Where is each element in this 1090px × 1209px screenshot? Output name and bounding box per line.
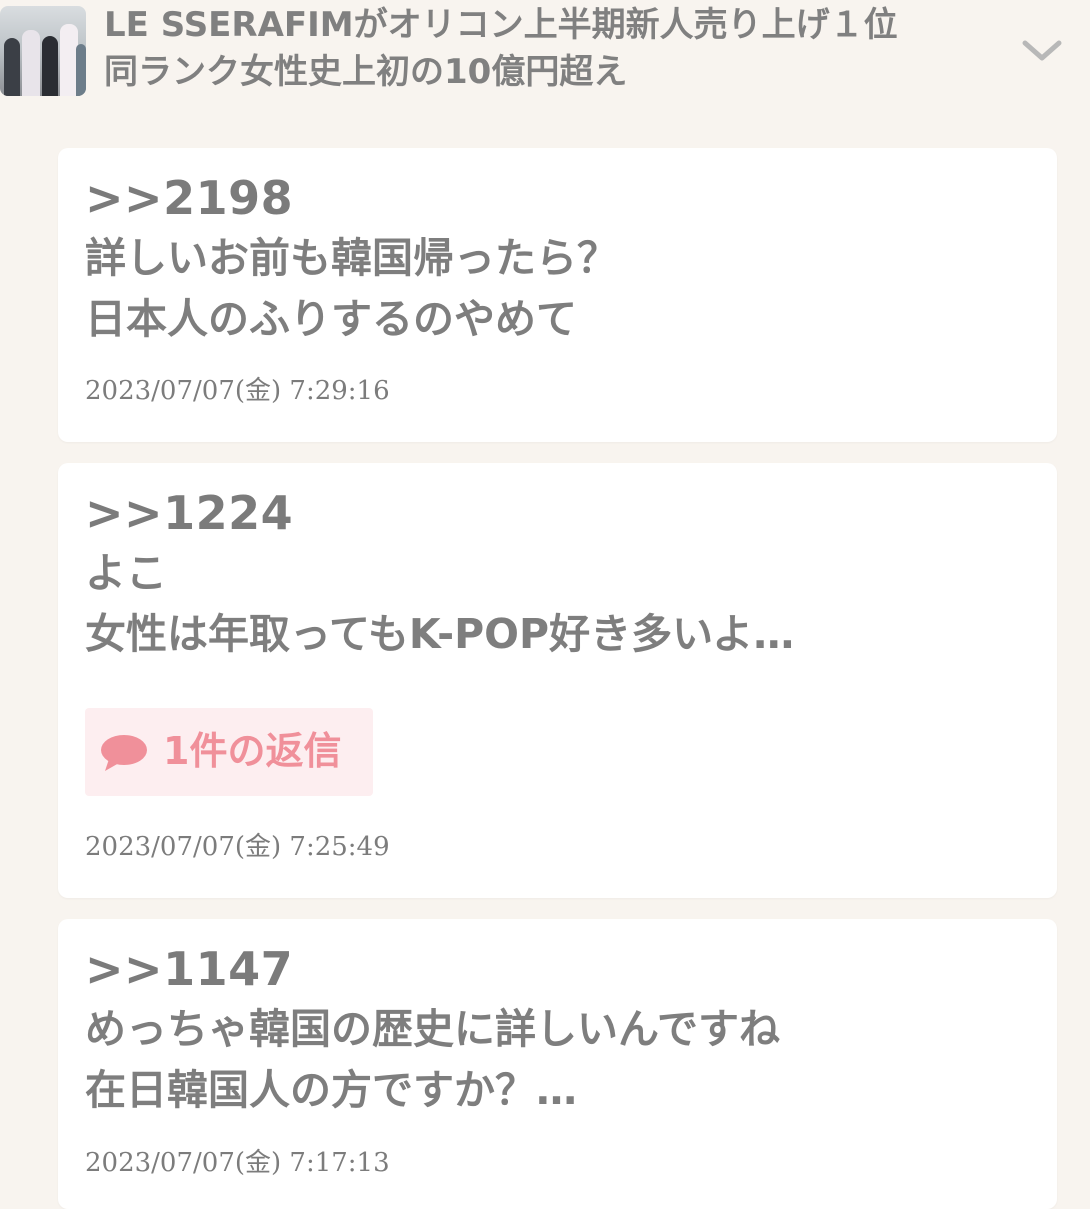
comment-timestamp: 2023/07/07(金) 7:29:16 [85, 376, 390, 406]
comment-timestamp: 2023/07/07(金) 7:25:49 [85, 832, 390, 862]
thread-header: LE SSERAFIMがオリコン上半期新人売り上げ１位 同ランク女性史上初の10… [0, 0, 1090, 110]
chevron-down-icon[interactable] [1020, 34, 1064, 64]
thumbnail-figure [4, 38, 20, 96]
replies-count-label: 1件の返信 [163, 729, 342, 773]
thumbnail-figure [42, 36, 58, 96]
comment-line: めっちゃ韓国の歴史に詳しいんですね [85, 1005, 780, 1053]
comment-line: 在日韓国人の方ですか？… [85, 1066, 577, 1114]
thread-title-line2: 同ランク女性史上初の10億円超え [104, 52, 628, 92]
comment-line: 詳しいお前も韓国帰ったら？ [85, 234, 618, 282]
comment-card[interactable]: >>1147 めっちゃ韓国の歴史に詳しいんですね 在日韓国人の方ですか？… 20… [58, 919, 1057, 1209]
thumbnail-figure [76, 44, 86, 96]
speech-bubble-icon [101, 735, 147, 771]
comment-timestamp: 2023/07/07(金) 7:17:13 [85, 1148, 390, 1178]
reply-anchor-link[interactable]: >>2198 [85, 168, 293, 228]
thread-title[interactable]: LE SSERAFIMがオリコン上半期新人売り上げ１位 同ランク女性史上初の10… [104, 2, 984, 96]
comment-card[interactable]: >>1224 よこ 女性は年取ってもK-POP好き多いよ… 1件の返信 2023… [58, 463, 1057, 898]
comment-card[interactable]: >>2198 詳しいお前も韓国帰ったら？ 日本人のふりするのやめて 2023/0… [58, 148, 1057, 442]
comment-body: 詳しいお前も韓国帰ったら？ 日本人のふりするのやめて [85, 228, 618, 350]
comment-body: めっちゃ韓国の歴史に詳しいんですね 在日韓国人の方ですか？… [85, 999, 780, 1121]
comment-line: 日本人のふりするのやめて [85, 295, 577, 343]
thread-thumbnail[interactable] [0, 6, 86, 96]
reply-anchor-link[interactable]: >>1147 [85, 939, 293, 999]
replies-button[interactable]: 1件の返信 [85, 708, 373, 796]
reply-anchor-link[interactable]: >>1224 [85, 483, 293, 543]
comment-body: よこ 女性は年取ってもK-POP好き多いよ… [85, 543, 794, 665]
thread-title-line1: LE SSERAFIMがオリコン上半期新人売り上げ１位 [104, 5, 898, 45]
comment-line: よこ [85, 549, 167, 597]
thumbnail-figure [22, 30, 40, 96]
comment-line: 女性は年取ってもK-POP好き多いよ… [85, 610, 795, 658]
